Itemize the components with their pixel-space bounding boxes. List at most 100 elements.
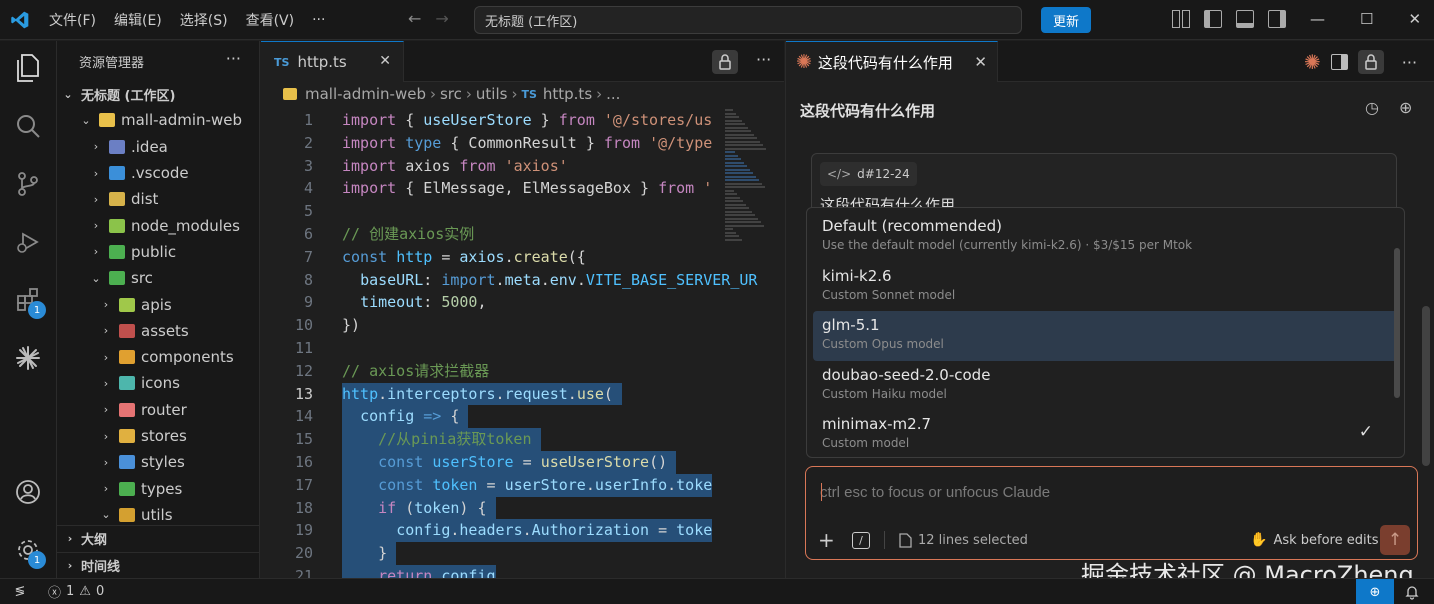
model-option-description: Custom Sonnet model <box>822 287 956 302</box>
claude-logo-icon[interactable]: ✺ <box>1304 50 1321 74</box>
minimap-line <box>725 119 742 122</box>
forward-arrow-icon[interactable]: → <box>435 9 448 28</box>
minimap-line <box>725 137 757 139</box>
context-chip[interactable]: </> d#12-24 <box>820 162 917 186</box>
model-option[interactable]: Default (recommended) Use the default mod… <box>813 212 1398 262</box>
close-icon[interactable]: ✕ <box>379 53 391 69</box>
toggle-primary-sidebar-icon[interactable] <box>1204 10 1222 28</box>
model-option[interactable]: minimax-m2.7 Custom model ✓ <box>813 410 1398 460</box>
tree-item[interactable]: › dist <box>57 186 259 212</box>
lines-selected-label: 12 lines selected <box>918 532 1028 548</box>
breadcrumb-item[interactable]: src <box>440 85 462 103</box>
update-button[interactable]: 更新 <box>1041 7 1091 33</box>
workspace-root[interactable]: ⌄ 无标题 (工作区) <box>57 81 259 107</box>
chat-input[interactable] <box>820 481 1400 503</box>
folder-icon <box>119 323 135 338</box>
panel-toolbar: ✺ ··· <box>1304 50 1417 74</box>
minimap-line <box>725 238 742 241</box>
customize-layout-icon[interactable] <box>1172 10 1190 28</box>
add-attachment-icon[interactable]: + <box>818 528 842 552</box>
tree-item[interactable]: › icons <box>57 370 259 396</box>
minimize-icon[interactable]: — <box>1310 10 1325 28</box>
run-debug-icon[interactable] <box>13 227 43 257</box>
model-option[interactable]: kimi-k2.6 Custom Sonnet model <box>813 262 1398 312</box>
tree-item[interactable]: › components <box>57 344 259 370</box>
back-arrow-icon[interactable]: ← <box>408 9 421 28</box>
search-icon[interactable] <box>13 111 43 141</box>
tree-item[interactable]: › assets <box>57 318 259 344</box>
zoom-icon[interactable]: ⊕ <box>1356 579 1394 604</box>
lock-icon[interactable] <box>1357 50 1384 74</box>
maximize-icon[interactable]: ☐ <box>1360 10 1373 28</box>
timeline-section[interactable]: › 时间线 <box>57 552 259 578</box>
claude-logo-icon: ✺ <box>796 51 812 73</box>
minimap[interactable] <box>725 109 769 249</box>
dropdown-scrollbar[interactable] <box>1394 248 1400 398</box>
close-icon[interactable]: ✕ <box>974 53 987 71</box>
editor-more-icon[interactable]: ··· <box>756 50 771 69</box>
code-editor[interactable]: 1 import { useUserStore } from '@/stores/… <box>261 109 784 578</box>
tree-item[interactable]: › styles <box>57 449 259 475</box>
tree-item[interactable]: › apis <box>57 291 259 317</box>
problems-indicator[interactable]: ⓧ 1 ⚠ 0 <box>40 582 104 601</box>
context-chip-label: d#12-24 <box>857 167 910 181</box>
command-center-search[interactable]: 无标题 (工作区) <box>474 6 1022 34</box>
breadcrumb-item[interactable]: http.ts <box>543 85 592 103</box>
selection-indicator[interactable]: 12 lines selected <box>899 533 1028 548</box>
tab-claude-conversation[interactable]: ✺ 这段代码有什么作用 ✕ <box>786 41 998 82</box>
claude-icon[interactable] <box>13 343 43 373</box>
permission-mode-button[interactable]: ✋ Ask before edits <box>1250 525 1378 555</box>
toggle-secondary-sidebar-icon[interactable] <box>1268 10 1286 28</box>
remote-icon[interactable]: ≶ <box>0 579 40 604</box>
menu-more[interactable]: ··· <box>303 12 334 28</box>
tree-item[interactable]: ⌄ src <box>57 265 259 291</box>
close-window-icon[interactable]: ✕ <box>1408 10 1421 28</box>
history-icon[interactable]: ◷ <box>1365 98 1379 117</box>
account-icon[interactable] <box>13 477 43 507</box>
panel-more-icon[interactable]: ··· <box>1402 53 1417 72</box>
send-button[interactable]: ↑ <box>1380 525 1410 555</box>
title-bar: 文件(F) 编辑(E) 选择(S) 查看(V) ··· ← → 无标题 (工作区… <box>0 0 1434 40</box>
breadcrumb-item[interactable]: utils <box>476 85 508 103</box>
notifications-bell-icon[interactable] <box>1405 584 1419 604</box>
menu-edit[interactable]: 编辑(E) <box>105 10 171 30</box>
folder-icon <box>119 507 135 522</box>
panel-scrollbar[interactable] <box>1422 306 1430 466</box>
typescript-icon: TS <box>521 87 537 101</box>
menu-file[interactable]: 文件(F) <box>40 10 105 30</box>
tree-item[interactable]: › router <box>57 397 259 423</box>
lock-icon[interactable] <box>712 50 738 74</box>
folder-icon <box>109 139 125 154</box>
menu-selection[interactable]: 选择(S) <box>171 10 237 30</box>
tree-item[interactable]: › types <box>57 475 259 501</box>
layout-controls <box>1172 10 1286 28</box>
model-option[interactable]: glm-5.1 Custom Opus model <box>813 311 1398 361</box>
tree-item[interactable]: › public <box>57 239 259 265</box>
more-actions-icon[interactable]: ··· <box>226 49 241 68</box>
breadcrumb-item[interactable]: mall-admin-web <box>305 85 426 103</box>
toggle-panel-icon[interactable] <box>1236 10 1254 28</box>
minimap-line <box>725 168 750 171</box>
tree-item[interactable]: › stores <box>57 423 259 449</box>
minimap-line <box>725 116 739 118</box>
menu-bar: 文件(F) 编辑(E) 选择(S) 查看(V) ··· <box>40 10 334 30</box>
chevron-right-icon: › <box>103 403 109 417</box>
explorer-icon[interactable] <box>13 53 43 83</box>
split-editor-icon[interactable] <box>1330 54 1348 70</box>
tab-http-ts[interactable]: TS http.ts ✕ <box>261 41 404 82</box>
tree-item[interactable]: › .vscode <box>57 160 259 186</box>
breadcrumb-item[interactable]: ... <box>606 85 620 103</box>
new-chat-icon[interactable]: ⊕ <box>1399 98 1412 117</box>
tree-item[interactable]: › node_modules <box>57 212 259 238</box>
menu-view[interactable]: 查看(V) <box>237 10 304 30</box>
model-option[interactable]: doubao-seed-2.0-code Custom Haiku model <box>813 361 1398 411</box>
model-option-description: Custom Haiku model <box>822 386 947 401</box>
outline-section[interactable]: › 大纲 <box>57 525 259 551</box>
tree-item-label: src <box>131 269 153 288</box>
folder-icon <box>119 481 135 496</box>
minimap-line <box>725 217 758 220</box>
slash-command-icon[interactable]: / <box>852 531 870 549</box>
source-control-icon[interactable] <box>13 169 43 199</box>
tree-item[interactable]: › .idea <box>57 134 259 160</box>
tree-item[interactable]: ⌄ mall-admin-web <box>57 107 259 133</box>
